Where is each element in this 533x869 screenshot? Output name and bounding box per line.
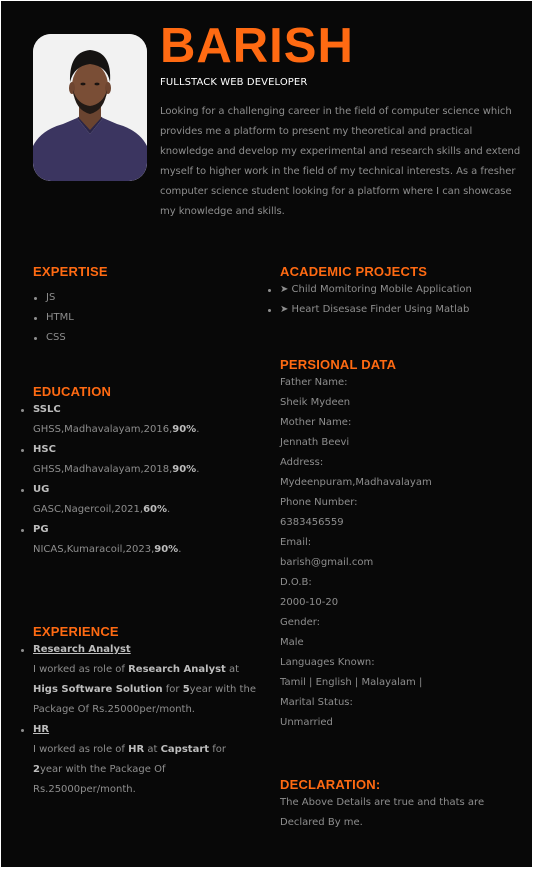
experience-line: I worked as role of Research Analyst at	[33, 664, 240, 675]
personal-label: Email:	[280, 537, 312, 548]
bullet-icon	[21, 529, 24, 532]
objective-line: computer science student looking for a p…	[160, 186, 512, 197]
education-degree: PG	[33, 524, 49, 535]
personal-value: Unmarried	[280, 717, 333, 728]
expertise-heading: EXPERTISE	[33, 264, 108, 279]
education-heading: EDUCATION	[33, 384, 112, 399]
bullet-icon	[268, 289, 271, 292]
education-degree: UG	[33, 484, 50, 495]
resume-page: BARISH FULLSTACK WEB DEVELOPER Looking f…	[1, 1, 532, 867]
personal-label: Father Name:	[280, 377, 348, 388]
objective-line: Looking for a challenging career in the …	[160, 106, 512, 117]
declaration-text: Declared By me.	[280, 817, 363, 828]
personal-value: Sheik Mydeen	[280, 397, 351, 408]
personal-value: barish@gmail.com	[280, 557, 374, 568]
project-item: ➤ Heart Disesase Finder Using Matlab	[280, 304, 470, 315]
objective-line: my knowledge and skills.	[160, 206, 285, 217]
personal-value: 2000-10-20	[280, 597, 339, 608]
education-detail: GASC,Nagercoil,2021,60%.	[33, 504, 171, 515]
bullet-icon	[21, 409, 24, 412]
profile-photo-image	[33, 34, 147, 181]
personal-label: Gender:	[280, 617, 321, 628]
education-degree: SSLC	[33, 404, 61, 415]
objective-line: myself to higher work in the field of my…	[160, 166, 516, 177]
experience-line: Package Of Rs.25000per/month.	[33, 704, 195, 715]
experience-heading: EXPERIENCE	[33, 624, 119, 639]
experience-line: Rs.25000per/month.	[33, 784, 136, 795]
expertise-item: JS	[46, 292, 56, 303]
bullet-icon	[21, 729, 24, 732]
personal-value: Tamil | English | Malayalam |	[280, 677, 423, 688]
personal-label: Address:	[280, 457, 324, 468]
education-detail: GHSS,Madhavalayam,2016,90%.	[33, 424, 200, 435]
profile-photo	[33, 34, 147, 181]
bullet-icon	[34, 317, 37, 320]
bullet-icon	[34, 297, 37, 300]
expertise-item: HTML	[46, 312, 74, 323]
experience-line: 2year with the Package Of	[33, 764, 166, 775]
education-detail: GHSS,Madhavalayam,2018,90%.	[33, 464, 200, 475]
career-objective: Looking for a challenging career in the …	[160, 102, 521, 222]
personal-label: Phone Number:	[280, 497, 358, 508]
experience-line: Higs Software Solution for 5year with th…	[33, 684, 256, 695]
experience-line: I worked as role of HR at Capstart for	[33, 744, 226, 755]
bullet-icon	[21, 649, 24, 652]
objective-line: knowledge and develop my experimental an…	[160, 146, 521, 157]
personal-value: Mydeenpuram,Madhavalayam	[280, 477, 432, 488]
personal-value: Male	[280, 637, 304, 648]
experience-role: HR	[33, 724, 50, 735]
education-score: 90%	[154, 544, 179, 555]
personal-value: 6383456559	[280, 517, 344, 528]
personal-data-heading: PERSIONAL DATA	[280, 357, 397, 372]
education-detail: NICAS,Kumaracoil,2023,90%.	[33, 544, 182, 555]
education-degree: HSC	[33, 444, 56, 455]
personal-value: Jennath Beevi	[280, 437, 350, 448]
education-score: 60%	[143, 504, 168, 515]
bullet-icon	[21, 449, 24, 452]
personal-label: D.O.B:	[280, 577, 312, 588]
personal-label: Languages Known:	[280, 657, 375, 668]
personal-label: Marital Status:	[280, 697, 353, 708]
job-title: FULLSTACK WEB DEVELOPER	[160, 77, 308, 88]
education-score: 90%	[172, 424, 197, 435]
projects-heading: ACADEMIC PROJECTS	[280, 264, 428, 279]
bullet-icon	[268, 309, 271, 312]
bullet-icon	[21, 489, 24, 492]
objective-line: provides me a platform to present my the…	[160, 126, 473, 137]
expertise-item: CSS	[46, 332, 66, 343]
experience-role: Research Analyst	[33, 644, 131, 655]
bullet-icon	[34, 337, 37, 340]
project-item: ➤ Child Momitoring Mobile Application	[280, 284, 472, 295]
declaration-text: The Above Details are true and thats are	[280, 797, 485, 808]
education-score: 90%	[172, 464, 197, 475]
personal-label: Mother Name:	[280, 417, 352, 428]
candidate-name: BARISH	[160, 19, 354, 73]
declaration-heading: DECLARATION:	[280, 777, 381, 792]
